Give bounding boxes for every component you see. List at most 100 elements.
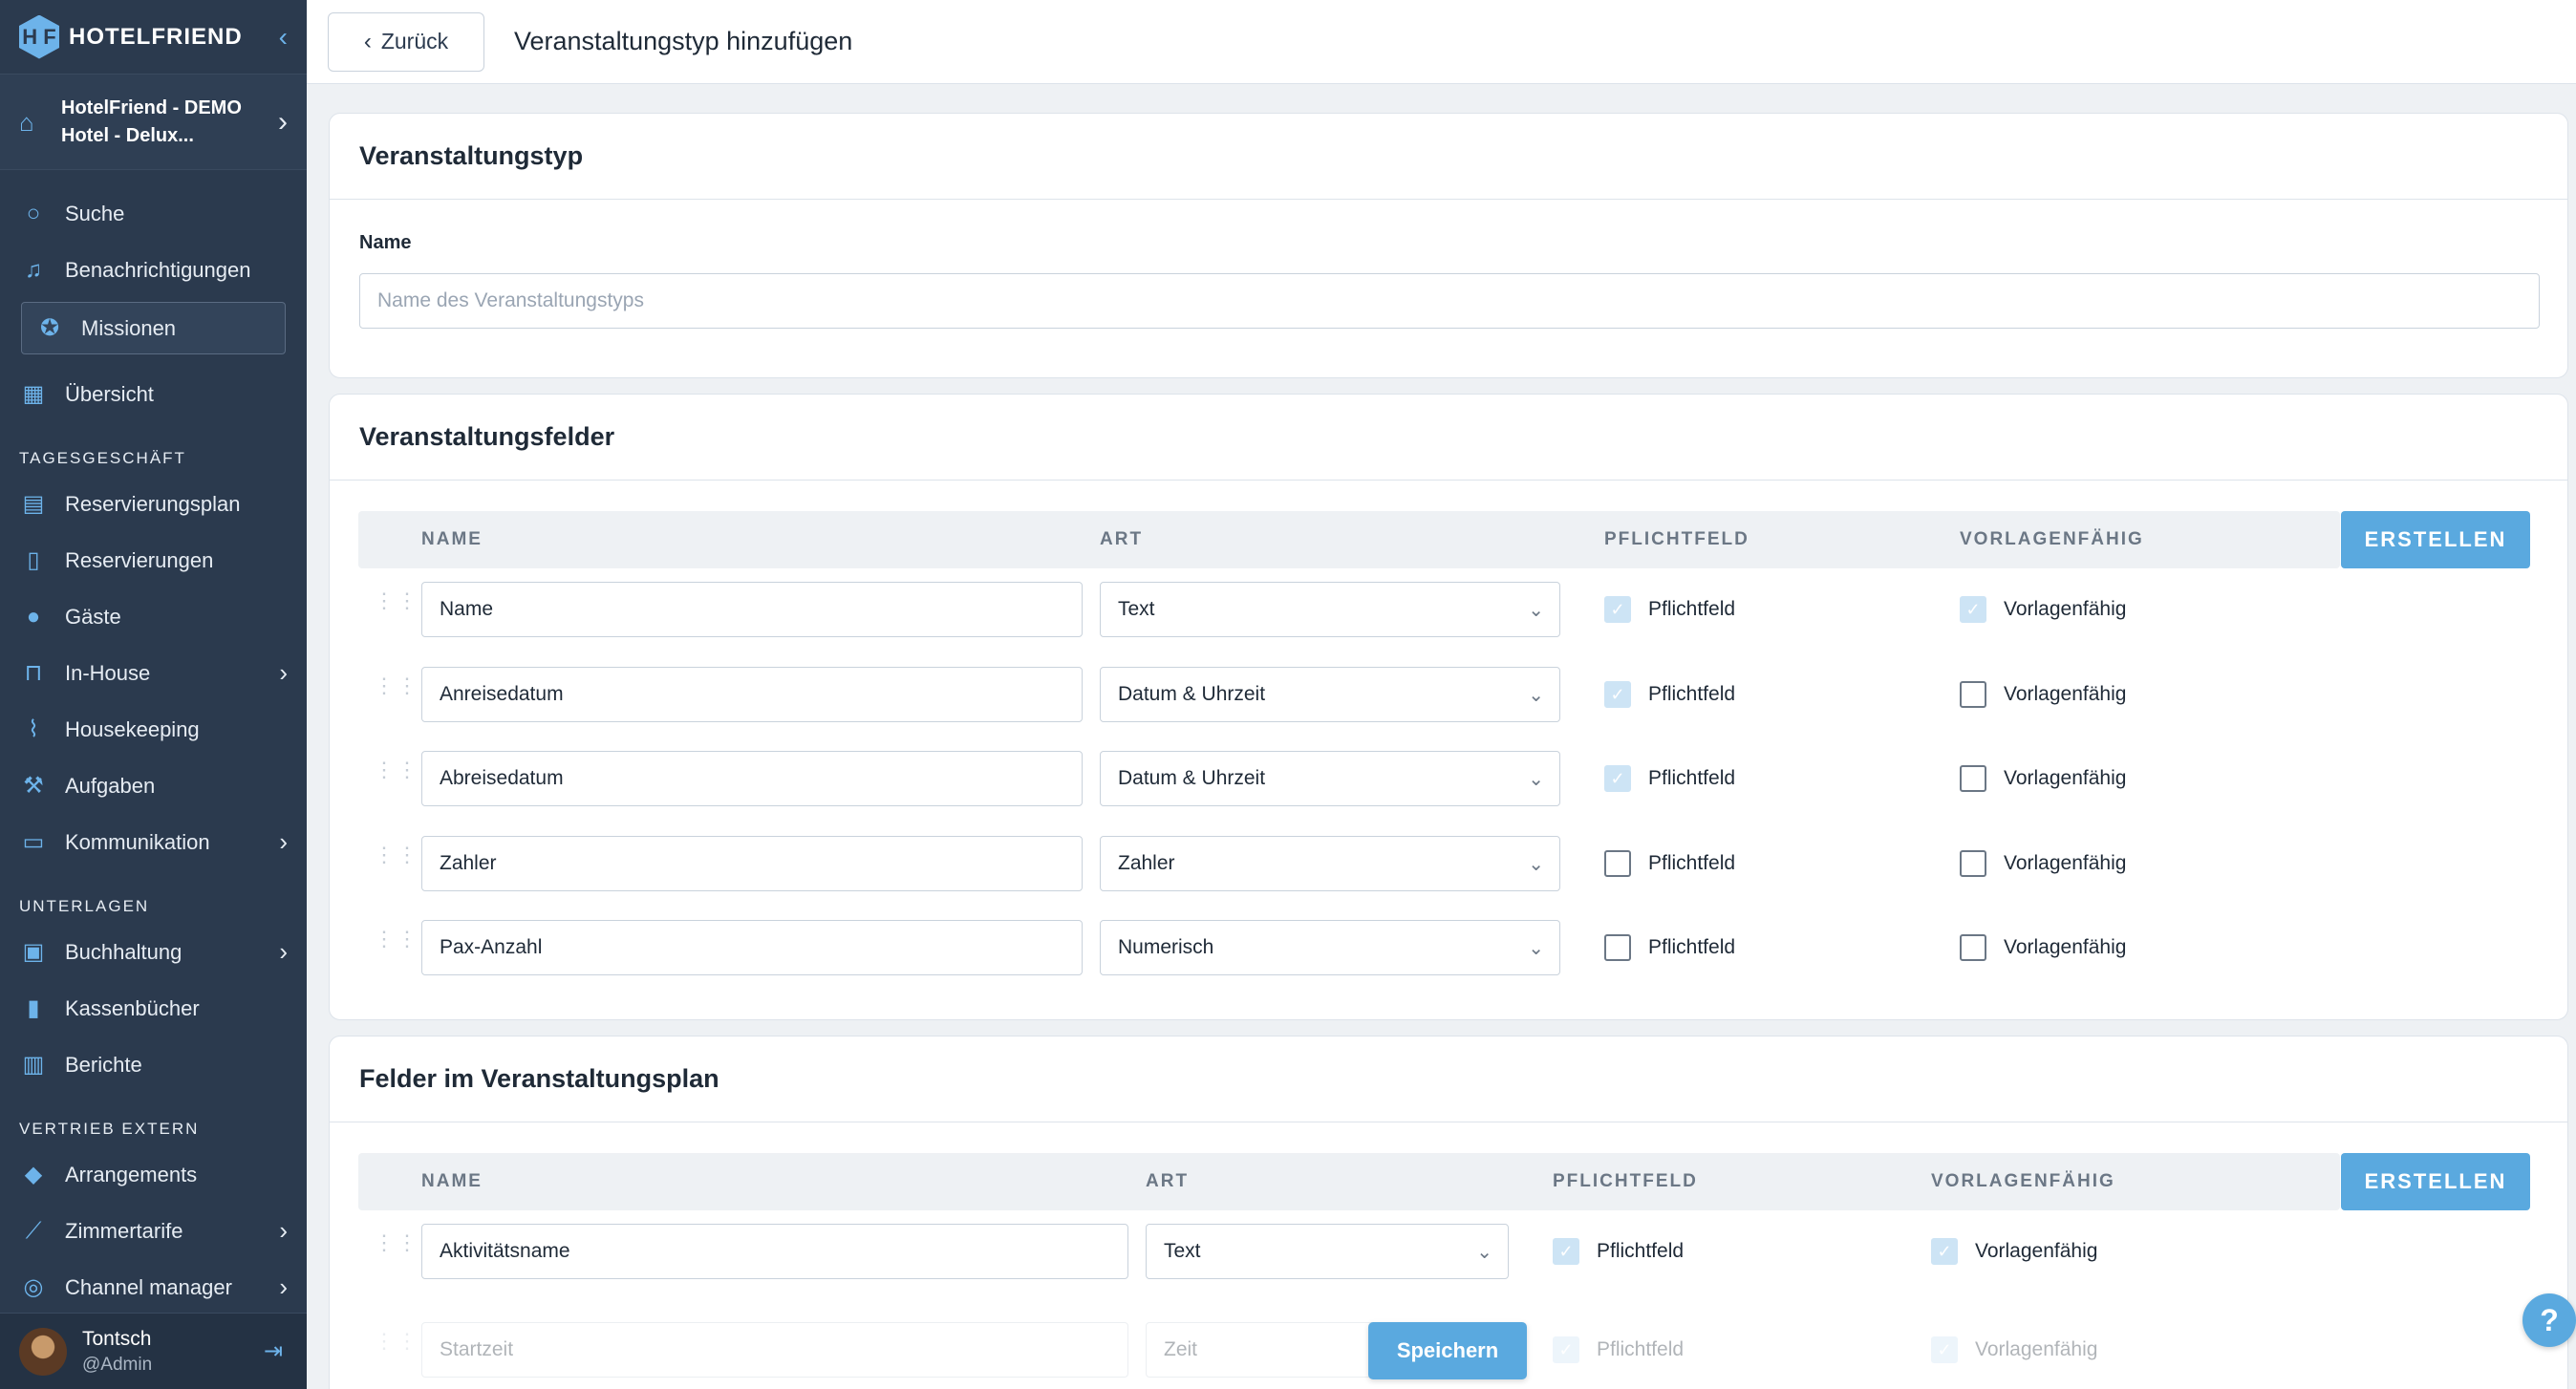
drag-handle-icon[interactable]: ⋮⋮: [374, 590, 418, 625]
checkbox-empty-icon: [1960, 765, 1986, 792]
plan-fields-header: Felder im Veranstaltungsplan: [330, 1036, 2567, 1122]
drag-handle-icon[interactable]: ⋮⋮: [374, 929, 418, 963]
channel-icon: ◎: [23, 1274, 44, 1300]
checkbox-empty-icon: [1960, 681, 1986, 708]
chevron-right-icon: ›: [279, 1272, 288, 1301]
chevron-right-icon: ›: [279, 1216, 288, 1245]
field-name-input[interactable]: Pax-Anzahl: [421, 920, 1083, 975]
nav-section-daily: TAGESGESCHÄFT: [19, 449, 186, 467]
drag-handle-icon[interactable]: ⋮⋮: [374, 1232, 418, 1267]
required-label: Pflichtfeld: [1648, 683, 1736, 705]
sidebar-item-housekeeping[interactable]: ⌇ Housekeeping: [0, 701, 307, 758]
sidebar-item-notifications[interactable]: ♫ Benachrichtigungen: [0, 242, 307, 298]
required-checkbox[interactable]: ✓ Pflichtfeld: [1604, 667, 1735, 722]
template-checkbox[interactable]: Vorlagenfähig: [1960, 751, 2126, 806]
home-icon: ⌂: [19, 107, 34, 137]
field-name-input[interactable]: Zahler: [421, 836, 1083, 891]
table-row: ⋮⋮ Zahler Zahler ⌄ Pflichtfeld Vorlagenfä…: [358, 836, 2537, 893]
chevron-down-icon: ⌄: [1528, 937, 1544, 959]
required-checkbox[interactable]: Pflichtfeld: [1604, 836, 1735, 891]
template-checkbox[interactable]: ✓ Vorlagenfähig: [1931, 1224, 2097, 1279]
template-label: Vorlagenfähig: [2004, 936, 2127, 958]
field-type-value: Datum & Uhrzeit: [1118, 767, 1266, 789]
sidebar-item-label: Übersicht: [65, 381, 154, 406]
drag-handle-icon[interactable]: ⋮⋮: [374, 844, 418, 879]
sidebar-item-reservations[interactable]: ▯ Reservierungen: [0, 532, 307, 588]
required-checkbox[interactable]: Pflichtfeld: [1604, 920, 1735, 975]
bell-icon: ♫: [25, 256, 42, 283]
template-checkbox[interactable]: Vorlagenfähig: [1960, 836, 2126, 891]
template-label: Vorlagenfähig: [2004, 852, 2127, 874]
table-row: ⋮⋮ Abreisedatum Datum & Uhrzeit ⌄ ✓ Pflich…: [358, 751, 2537, 808]
sidebar-item-label: Suche: [65, 201, 125, 225]
sidebar-item-missions[interactable]: ✪ Missionen: [21, 302, 286, 354]
topbar: ‹ Zurück Veranstaltungstyp hinzufügen: [307, 0, 2576, 84]
sidebar-item-channel-manager[interactable]: ◎ Channel manager ›: [0, 1259, 307, 1315]
sidebar-item-arrangements[interactable]: ◆ Arrangements: [0, 1146, 307, 1203]
create-event-field-button[interactable]: ERSTELLEN: [2341, 511, 2530, 568]
required-checkbox[interactable]: ✓ Pflichtfeld: [1604, 582, 1735, 637]
field-name-input[interactable]: Name: [421, 582, 1083, 637]
sidebar-item-label: Buchhaltung: [65, 939, 182, 964]
checkbox-checked-icon: ✓: [1604, 765, 1631, 792]
drag-handle-icon[interactable]: ⋮⋮: [374, 1331, 418, 1365]
drag-handle-icon[interactable]: ⋮⋮: [374, 675, 418, 710]
field-name-input[interactable]: Startzeit: [421, 1322, 1128, 1378]
template-label: Vorlagenfähig: [1975, 1338, 2098, 1360]
avatar[interactable]: [19, 1327, 67, 1376]
event-fields-table-head: NAME ART PFLICHTFELD VORLAGENFÄHIG: [358, 511, 2340, 568]
save-button[interactable]: Speichern: [1368, 1322, 1527, 1379]
sidebar-item-cashbooks[interactable]: ▮ Kassenbücher: [0, 980, 307, 1036]
field-type-select[interactable]: Text ⌄: [1100, 582, 1560, 637]
chevron-right-icon: ›: [279, 658, 288, 687]
sidebar-item-label: Housekeeping: [65, 716, 200, 741]
sidebar-item-guests[interactable]: ● Gäste: [0, 588, 307, 645]
back-button[interactable]: ‹ Zurück: [328, 11, 484, 72]
template-checkbox[interactable]: ✓ Vorlagenfähig: [1931, 1322, 2097, 1378]
sidebar-item-communication[interactable]: ▭ Kommunikation ›: [0, 814, 307, 870]
template-checkbox[interactable]: Vorlagenfähig: [1960, 920, 2126, 975]
drag-handle-icon[interactable]: ⋮⋮: [374, 759, 418, 794]
field-type-select[interactable]: Text ⌄: [1146, 1224, 1509, 1279]
field-type-select[interactable]: Zahler ⌄: [1100, 836, 1560, 891]
sidebar-item-search[interactable]: ○ Suche: [0, 185, 307, 242]
event-type-name-input[interactable]: Name des Veranstaltungstyps: [359, 273, 2540, 329]
user-block: Tontsch @Admin: [82, 1328, 152, 1376]
brand-logo-icon: H F: [19, 14, 59, 59]
required-checkbox[interactable]: ✓ Pflichtfeld: [1604, 751, 1735, 806]
chevron-right-icon: ›: [278, 105, 288, 138]
field-type-select[interactable]: Datum & Uhrzeit ⌄: [1100, 667, 1560, 722]
required-checkbox[interactable]: ✓ Pflichtfeld: [1553, 1224, 1684, 1279]
checkbox-checked-icon: ✓: [1553, 1336, 1579, 1363]
sidebar-item-accounting[interactable]: ▣ Buchhaltung ›: [0, 924, 307, 980]
sidebar-item-tasks[interactable]: ⚒ Aufgaben: [0, 758, 307, 814]
required-label: Pflichtfeld: [1597, 1240, 1685, 1262]
field-name-input[interactable]: Abreisedatum: [421, 751, 1083, 806]
sidebar-item-reports[interactable]: ▥ Berichte: [0, 1036, 307, 1093]
checkbox-empty-icon: [1960, 850, 1986, 877]
create-plan-field-button[interactable]: ERSTELLEN: [2341, 1153, 2530, 1210]
sidebar-item-label: In-House: [65, 660, 151, 685]
sidebar-item-room-rates[interactable]: ⟋ Zimmertarife ›: [0, 1203, 307, 1259]
required-checkbox[interactable]: ✓ Pflichtfeld: [1553, 1322, 1684, 1378]
tag-icon: ◆: [24, 1162, 43, 1187]
nav-section-documents: UNTERLAGEN: [19, 897, 150, 915]
template-checkbox[interactable]: ✓ Vorlagenfähig: [1960, 582, 2126, 637]
field-type-select[interactable]: Datum & Uhrzeit ⌄: [1100, 751, 1560, 806]
collapse-sidebar-icon[interactable]: ‹: [279, 22, 288, 53]
event-type-card: Veranstaltungstyp Name Name des Veransta…: [329, 113, 2568, 378]
checkbox-checked-icon: ✓: [1931, 1238, 1958, 1265]
field-type-select[interactable]: Numerisch ⌄: [1100, 920, 1560, 975]
sidebar-item-in-house[interactable]: ⊓ In-House ›: [0, 645, 307, 701]
template-checkbox[interactable]: Vorlagenfähig: [1960, 667, 2126, 722]
template-label: Vorlagenfähig: [2004, 683, 2127, 705]
field-name-input[interactable]: Anreisedatum: [421, 667, 1083, 722]
sidebar-item-reservation-plan[interactable]: ▤ Reservierungsplan: [0, 476, 307, 532]
sidebar-item-label: Zimmertarife: [65, 1218, 183, 1243]
sidebar-item-overview[interactable]: ▦ Übersicht: [0, 366, 307, 422]
help-icon[interactable]: ?: [2522, 1293, 2576, 1347]
field-name-input[interactable]: Aktivitätsname: [421, 1224, 1128, 1279]
field-type-value: Text: [1164, 1240, 1201, 1262]
logout-icon[interactable]: ⇥: [259, 1337, 288, 1366]
hotel-selector[interactable]: ⌂ HotelFriend - DEMO Hotel - Delux... ›: [0, 75, 307, 170]
